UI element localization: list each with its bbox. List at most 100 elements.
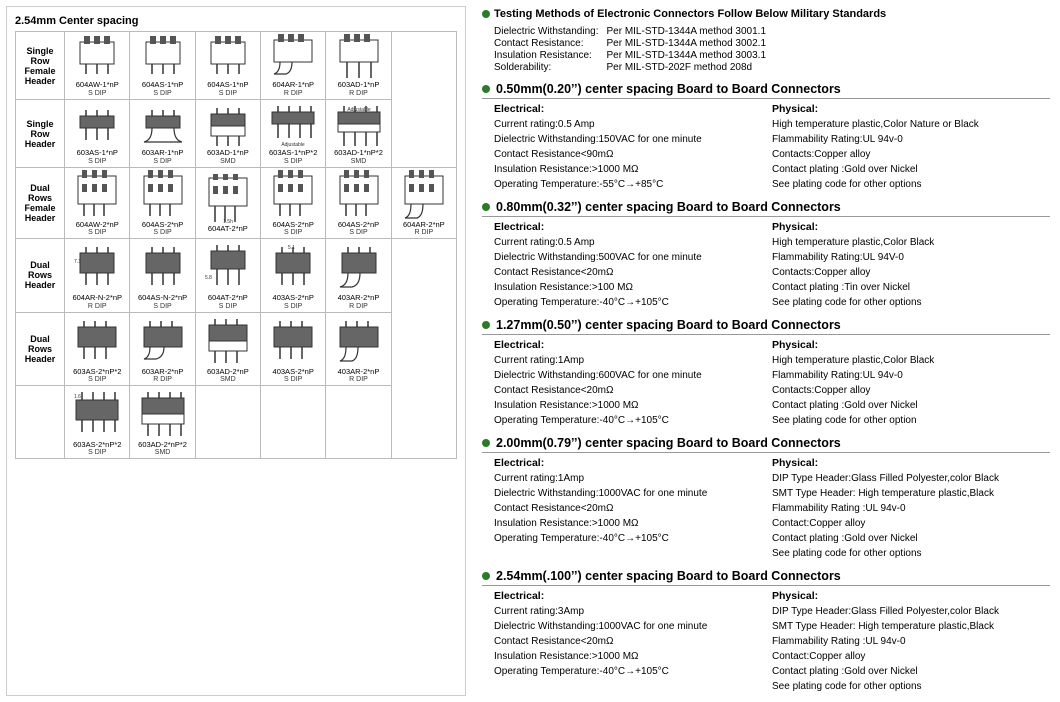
testing-title: Testing Methods of Electronic Connectors… (494, 8, 886, 20)
list-item: 603AD-1*nP R DIP (326, 32, 391, 100)
testing-header: Testing Methods of Electronic Connectors… (482, 8, 1050, 20)
component-label: 604AR-2*nP (395, 221, 453, 229)
physical-col: Physical:High temperature plastic,Color … (772, 221, 1050, 310)
electrical-line: Dielectric Withstanding:600VAC for one m… (494, 368, 772, 383)
row-header-6 (16, 385, 65, 458)
list-item: 603AS-2*nP*2 S DIP (65, 312, 130, 385)
section-title: 2.54mm(.100’’) center spacing Board to B… (496, 569, 841, 583)
electrical-line: Current rating:0.5 Amp (494, 235, 772, 250)
section-title: 1.27mm(0.50’’) center spacing Board to B… (496, 318, 841, 332)
component-type: SMD (133, 449, 191, 456)
section-header: 2.54mm(.100’’) center spacing Board to B… (482, 569, 1050, 586)
method-label: Contact Resistance: (494, 38, 606, 50)
physical-line: Contact plating :Gold over Nickel (772, 531, 1050, 546)
physical-line: DIP Type Header:Glass Filled Polyester,c… (772, 471, 1050, 486)
component-type: S DIP (68, 449, 126, 456)
list-item: 5.1 403AS-2*nP S DIP (261, 239, 326, 312)
table-row: Single RowFemale Header 604AW-1*nP S DIP (16, 32, 457, 100)
electrical-line: Current rating:0.5 Amp (494, 117, 772, 132)
list-item: 5.8 604AT-2*nP S DIP (195, 239, 260, 312)
component-type: SMD (199, 376, 257, 383)
component-type: S DIP (199, 90, 257, 97)
component-label: 604AS-1*nP (199, 81, 257, 89)
list-item: 604AW-2*nP S DIP (65, 168, 130, 239)
physical-line: Flammability Rating:UL 94v-0 (772, 368, 1050, 383)
method-value: Per MIL-STD-1344A method 3001.1 (606, 26, 770, 38)
svg-text:1.6: 1.6 (74, 394, 81, 400)
component-label: 603AD-2*nP*2 (133, 441, 191, 449)
connector-section: 0.50mm(0.20’’) center spacing Board to B… (482, 82, 1050, 192)
component-label: 604AS-1*nP (133, 81, 191, 89)
row-header-5: Dual RowsHeader (16, 312, 65, 385)
electrical-col: Electrical:Current rating:0.5 AmpDielect… (494, 103, 772, 192)
row-header-3: Dual RowsFemale Header (16, 168, 65, 239)
list-item: 403AS-2*nP S DIP (261, 312, 326, 385)
electrical-line: Operating Temperature:-55°C→+85°C (494, 177, 772, 192)
list-item: 604AW-1*nP S DIP (65, 32, 130, 100)
component-label: 604AW-1*nP (68, 81, 126, 89)
physical-line: High temperature plastic,Color Black (772, 353, 1050, 368)
electrical-line: Operating Temperature:-40°C→+105°C (494, 295, 772, 310)
component-type: R DIP (329, 90, 387, 97)
section-header: 1.27mm(0.50’’) center spacing Board to B… (482, 318, 1050, 335)
component-label: 403AR-2*nP (329, 294, 387, 302)
physical-col: Physical:DIP Type Header:Glass Filled Po… (772, 457, 1050, 561)
physical-line: Flammability Rating:UL 94V-0 (772, 250, 1050, 265)
electrical-title: Electrical: (494, 103, 772, 115)
component-label: 603AD-2*nP (199, 368, 257, 376)
component-label: 604AS-2*nP (264, 221, 322, 229)
electrical-line: Contact Resistance<90mΩ (494, 147, 772, 162)
section-header: 0.50mm(0.20’’) center spacing Board to B… (482, 82, 1050, 99)
list-item: 1.5h 604AT-2*nP (195, 168, 260, 239)
component-label: 603AD-1*nP*2 (329, 149, 387, 157)
list-item: 603AR-1*nP S DIP (130, 100, 195, 168)
component-label: 604AW-2*nP (68, 221, 126, 229)
svg-text:5.8: 5.8 (205, 275, 212, 281)
list-item: 403AR-2*nP R DIP (326, 239, 391, 312)
empty-cell (195, 385, 260, 458)
electrical-line: Insulation Resistance:>1000 MΩ (494, 398, 772, 413)
component-label: 604AS-2*nP (329, 221, 387, 229)
row-header-1: Single RowFemale Header (16, 32, 65, 100)
method-value: Per MIL-STD-1344A method 3002.1 (606, 38, 770, 50)
component-type: S DIP (68, 90, 126, 97)
list-item: 403AR-2*nP R DIP (326, 312, 391, 385)
component-type: R DIP (68, 303, 126, 310)
component-type: S DIP (133, 90, 191, 97)
left-panel-title: 2.54mm Center spacing (15, 15, 457, 27)
electrical-line: Current rating:3Amp (494, 604, 772, 619)
physical-line: Contact plating :Tin over Nickel (772, 280, 1050, 295)
physical-col: Physical:High temperature plastic,Color … (772, 103, 1050, 192)
list-item: Adjustable 603AD-1*nP*2 SMD (326, 100, 391, 168)
list-item: 604AR-2*nP R DIP (391, 168, 456, 239)
component-label: 603AD-1*nP (329, 81, 387, 89)
component-type: S DIP (264, 229, 322, 236)
section-content: Electrical:Current rating:3AmpDielectric… (494, 590, 1050, 694)
method-value: Per MIL-STD-1344A method 3003.1 (606, 50, 770, 62)
svg-text:5.1: 5.1 (288, 245, 295, 251)
section-bullet-icon (482, 439, 490, 447)
component-label: 603AR-2*nP (133, 368, 191, 376)
component-type: S DIP (68, 158, 126, 165)
physical-line: Contacts:Copper alloy (772, 147, 1050, 162)
electrical-title: Electrical: (494, 590, 772, 602)
component-type: R DIP (133, 376, 191, 383)
section-title: 0.80mm(0.32’’) center spacing Board to B… (496, 200, 841, 214)
sections-container: 0.50mm(0.20’’) center spacing Board to B… (482, 82, 1050, 694)
electrical-col: Electrical:Current rating:1AmpDielectric… (494, 457, 772, 561)
component-type: SMD (329, 158, 387, 165)
connector-section: 2.00mm(0.79’’) center spacing Board to B… (482, 436, 1050, 561)
list-item: 603AD-2*nP*2 SMD (130, 385, 195, 458)
list-item: Adjustable 603AS-1*nP*2 S DIP (261, 100, 326, 168)
component-type: S DIP (264, 158, 322, 165)
testing-methods-table: Dielectric Withstanding: Per MIL-STD-134… (494, 26, 770, 74)
testing-methods: Dielectric Withstanding: Per MIL-STD-134… (494, 26, 1050, 74)
physical-line: See plating code for other options (772, 295, 1050, 310)
table-row: Dual RowsFemale Header 604AW-2*nP S DIP (16, 168, 457, 239)
svg-text:Adjustable: Adjustable (347, 107, 371, 113)
physical-col: Physical:High temperature plastic,Color … (772, 339, 1050, 428)
component-type: R DIP (329, 303, 387, 310)
section-bullet-icon (482, 203, 490, 211)
component-type: S DIP (68, 229, 126, 236)
electrical-title: Electrical: (494, 457, 772, 469)
